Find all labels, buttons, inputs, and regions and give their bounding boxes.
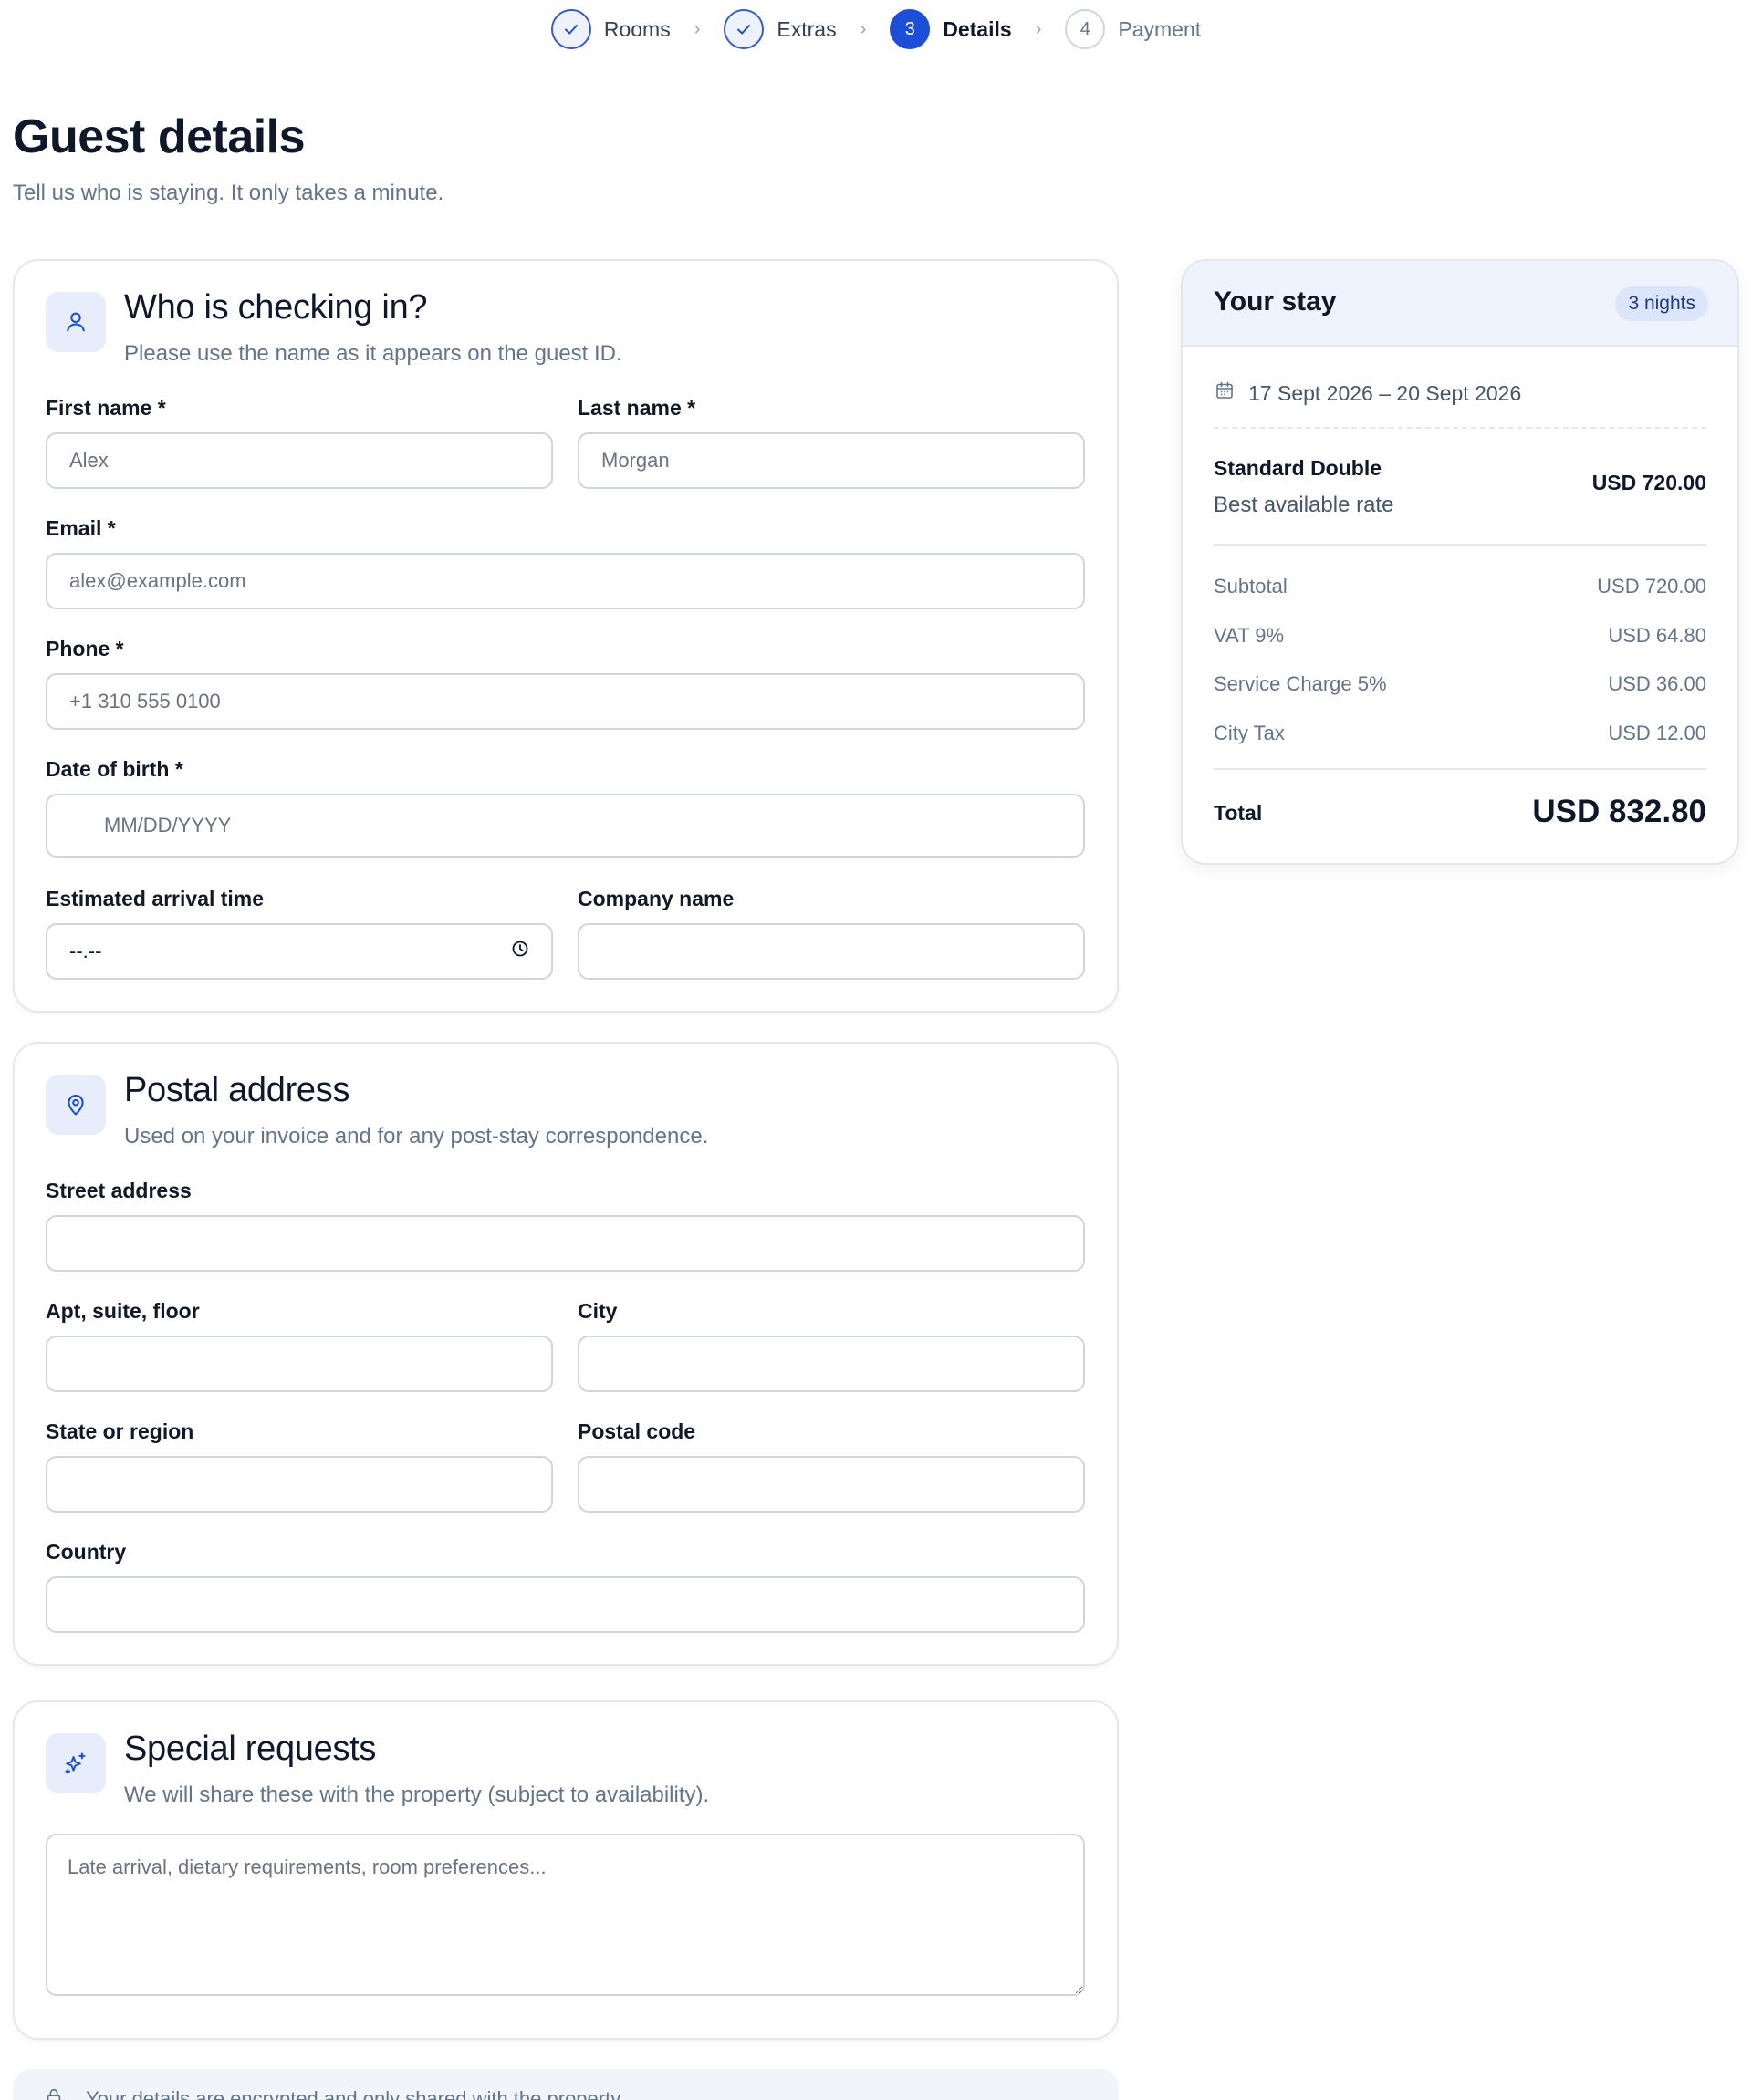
room-rate: Best available rate — [1214, 493, 1394, 517]
phone-input[interactable] — [46, 673, 1085, 730]
step-label: Rooms — [603, 16, 671, 41]
card-description: Please use the name as it appears on the… — [124, 341, 622, 366]
chevron-right-icon: › — [1035, 18, 1042, 39]
privacy-notice: Your details are encrypted and only shar… — [13, 2069, 1119, 2100]
room-name: Standard Double — [1214, 456, 1382, 480]
page-subtitle: Tell us who is staying. It only takes a … — [13, 181, 444, 205]
email-label: Email * — [46, 516, 116, 540]
arrival-time-input[interactable]: --.-- — [46, 923, 553, 980]
last-name-label: Last name * — [578, 396, 696, 420]
divider — [1214, 544, 1706, 546]
summary-header: Your stay 3 nights — [1183, 261, 1737, 347]
clock-icon[interactable] — [511, 940, 529, 963]
first-name-label: First name * — [46, 396, 166, 420]
room-price: USD 720.00 — [1591, 471, 1706, 494]
stay-dates: 17 Sept 2026 – 20 Sept 2026 — [1214, 379, 1521, 407]
arrival-time-value: --.-- — [69, 940, 102, 962]
fee-label-city-tax: City Tax — [1214, 722, 1285, 744]
phone-label: Phone * — [46, 637, 124, 660]
last-name-input[interactable] — [578, 432, 1085, 489]
card-description: Used on your invoice and for any post-st… — [124, 1124, 709, 1149]
calendar-icon — [1214, 379, 1236, 407]
card-title: Special requests — [124, 1730, 377, 1768]
step-number: 4 — [1065, 9, 1106, 49]
step-label: Payment — [1118, 16, 1202, 41]
first-name-input[interactable] — [46, 432, 553, 489]
summary-title: Your stay — [1214, 286, 1337, 317]
state-label: State or region — [46, 1419, 194, 1443]
fee-label-subtotal: Subtotal — [1214, 575, 1288, 598]
page-title: Guest details — [13, 110, 306, 163]
stay-dates-text: 17 Sept 2026 – 20 Sept 2026 — [1248, 380, 1522, 405]
chevron-right-icon: › — [694, 18, 701, 39]
fee-value-city-tax: USD 12.00 — [1608, 722, 1706, 744]
postal-code-label: Postal code — [578, 1419, 696, 1443]
privacy-notice-text: Your details are encrypted and only shar… — [86, 2087, 625, 2100]
step-extras[interactable]: Extras — [724, 9, 837, 49]
divider — [1214, 427, 1706, 429]
fee-value-subtotal: USD 720.00 — [1597, 575, 1706, 598]
postal-code-input[interactable] — [578, 1456, 1085, 1513]
card-title: Who is checking in? — [124, 288, 428, 327]
country-label: Country — [46, 1540, 127, 1564]
requests-card: Special requests We will share these wit… — [13, 1700, 1119, 2040]
company-name-input[interactable] — [578, 923, 1085, 980]
apt-input[interactable] — [46, 1336, 553, 1392]
fee-value-vat: USD 64.80 — [1608, 624, 1706, 647]
street-address-input[interactable] — [46, 1215, 1085, 1272]
email-input[interactable] — [46, 553, 1085, 609]
stay-summary: Your stay 3 nights 17 Sept 2026 – 20 Sep… — [1181, 259, 1739, 865]
fee-value-service: USD 36.00 — [1608, 672, 1706, 695]
total-label: Total — [1214, 801, 1263, 825]
address-card: Postal address Used on your invoice and … — [13, 1042, 1119, 1666]
chevron-right-icon: › — [860, 18, 867, 39]
step-payment: 4 Payment — [1065, 9, 1201, 49]
user-icon — [46, 292, 106, 352]
divider — [1214, 768, 1706, 770]
checkout-stepper: Rooms › Extras › 3 Details › 4 Payment — [0, 7, 1752, 51]
total-value: USD 832.80 — [1532, 794, 1706, 829]
company-name-label: Company name — [578, 887, 735, 910]
apt-label: Apt, suite, floor — [46, 1299, 200, 1323]
city-label: City — [578, 1299, 618, 1323]
lock-icon — [44, 2087, 64, 2100]
step-rooms[interactable]: Rooms — [550, 9, 671, 49]
step-label: Details — [943, 16, 1012, 41]
guest-card: Who is checking in? Please use the name … — [13, 259, 1119, 1013]
street-address-label: Street address — [46, 1179, 192, 1202]
special-requests-textarea[interactable] — [46, 1834, 1085, 1996]
check-icon — [550, 9, 591, 49]
fee-label-vat: VAT 9% — [1214, 624, 1285, 647]
nights-badge: 3 nights — [1615, 286, 1708, 321]
card-title: Postal address — [124, 1071, 350, 1109]
state-input[interactable] — [46, 1456, 553, 1513]
step-label: Extras — [777, 16, 837, 41]
fee-label-service: Service Charge 5% — [1214, 672, 1387, 695]
sparkles-icon — [46, 1733, 106, 1793]
card-description: We will share these with the property (s… — [124, 1783, 710, 1807]
country-input[interactable] — [46, 1576, 1085, 1633]
city-input[interactable] — [578, 1336, 1085, 1392]
dob-input[interactable] — [46, 794, 1085, 858]
step-details: 3 Details — [890, 9, 1012, 49]
arrival-time-label: Estimated arrival time — [46, 887, 265, 910]
check-icon — [724, 9, 765, 49]
step-number: 3 — [890, 9, 931, 49]
map-pin-icon — [46, 1075, 106, 1135]
dob-label: Date of birth * — [46, 757, 183, 781]
